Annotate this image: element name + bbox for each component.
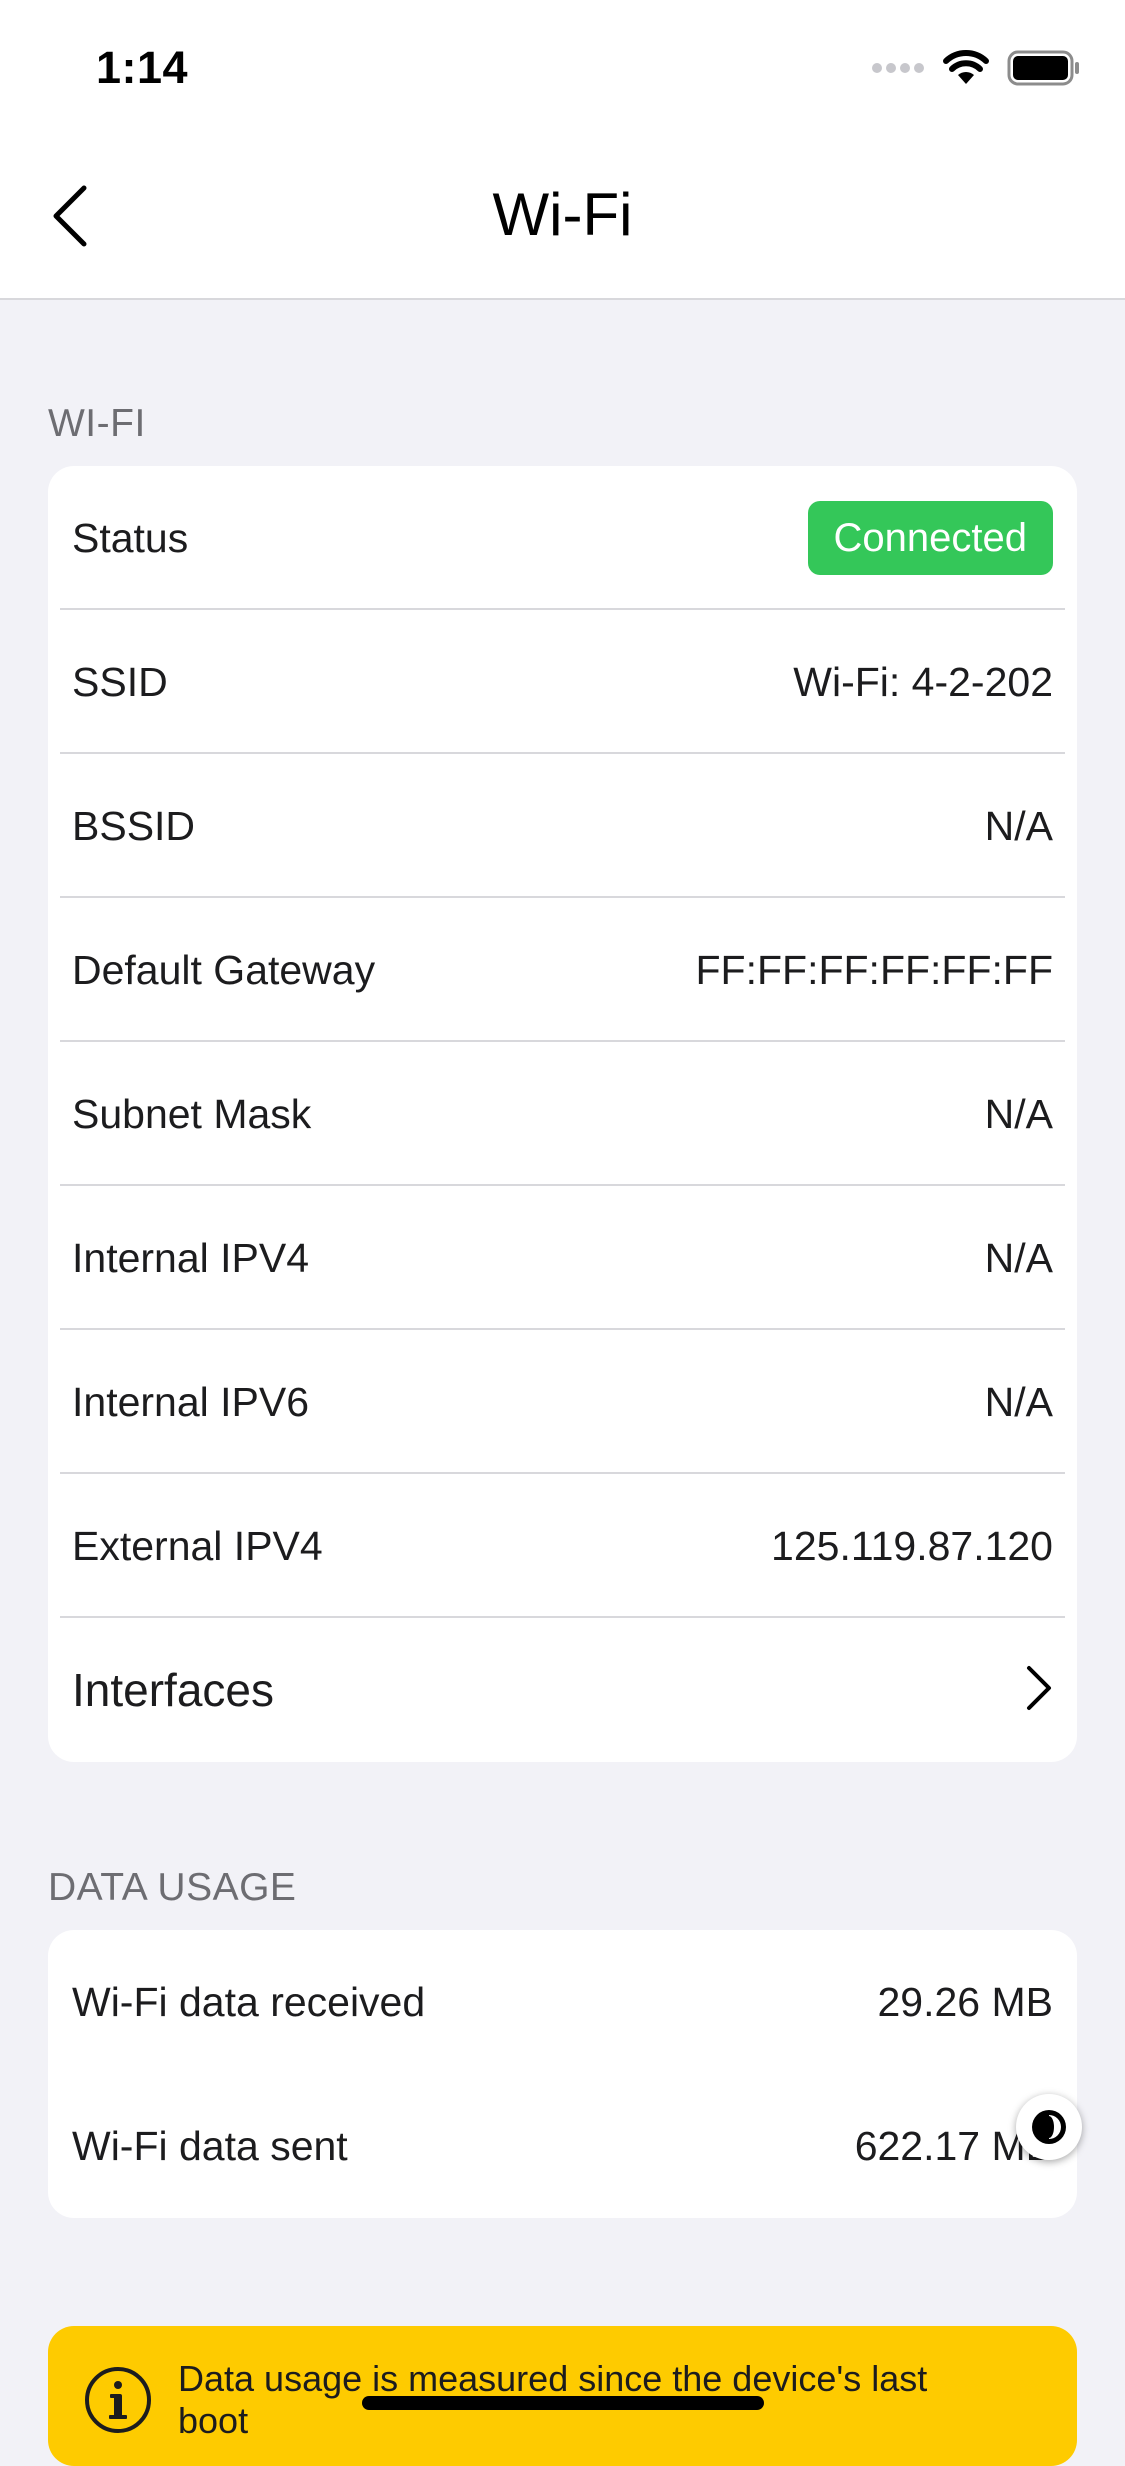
- external-ipv4-value: 125.119.87.120: [771, 1522, 1053, 1569]
- internal-ipv6-label: Internal IPV6: [72, 1378, 310, 1425]
- navigation-bar: Wi-Fi: [0, 132, 1125, 300]
- status-time: 1:14: [96, 42, 189, 93]
- data-sent-label: Wi-Fi data sent: [72, 2122, 348, 2169]
- wifi-info-card: Status Connected SSID Wi-Fi: 4-2-202 BSS…: [48, 466, 1077, 1762]
- cellular-signal-icon: [871, 61, 925, 80]
- status-row: Status Connected: [48, 466, 1077, 610]
- contrast-icon: [1032, 2110, 1066, 2144]
- status-icons: [871, 48, 1081, 92]
- bssid-label: BSSID: [72, 802, 196, 849]
- bssid-value: N/A: [984, 802, 1053, 849]
- data-received-label: Wi-Fi data received: [72, 1978, 426, 2025]
- default-gateway-row: Default Gateway FF:FF:FF:FF:FF:FF: [48, 898, 1077, 1042]
- internal-ipv4-label: Internal IPV4: [72, 1234, 310, 1281]
- external-ipv4-label: External IPV4: [72, 1522, 323, 1569]
- battery-icon: [1007, 50, 1081, 91]
- status-label: Status: [72, 514, 189, 561]
- data-sent-row: Wi-Fi data sent 622.17 MB: [48, 2074, 1077, 2218]
- external-ipv4-row: External IPV4 125.119.87.120: [48, 1474, 1077, 1618]
- status-badge: Connected: [807, 501, 1053, 575]
- ssid-row: SSID Wi-Fi: 4-2-202: [48, 610, 1077, 754]
- internal-ipv6-value: N/A: [984, 1378, 1053, 1425]
- internal-ipv4-row: Internal IPV4 N/A: [48, 1186, 1077, 1330]
- info-icon: [84, 2366, 152, 2434]
- data-usage-section-header: DATA USAGE: [48, 1866, 297, 1909]
- status-bar: 1:14: [0, 0, 1125, 132]
- default-gateway-label: Default Gateway: [72, 946, 376, 993]
- interfaces-row[interactable]: Interfaces: [48, 1618, 1077, 1762]
- data-usage-card: Wi-Fi data received 29.26 MB Wi-Fi data …: [48, 1930, 1077, 2218]
- chevron-right-icon: [1025, 1665, 1053, 1716]
- interfaces-label: Interfaces: [72, 1664, 274, 1716]
- internal-ipv6-row: Internal IPV6 N/A: [48, 1330, 1077, 1474]
- internal-ipv4-value: N/A: [984, 1234, 1053, 1281]
- subnet-mask-label: Subnet Mask: [72, 1090, 312, 1137]
- ssid-value: Wi-Fi: 4-2-202: [793, 658, 1053, 705]
- page-title: Wi-Fi: [492, 181, 633, 248]
- data-received-value: 29.26 MB: [877, 1978, 1054, 2025]
- data-received-row: Wi-Fi data received 29.26 MB: [48, 1930, 1077, 2074]
- default-gateway-value: FF:FF:FF:FF:FF:FF: [695, 946, 1054, 993]
- wifi-section-header: WI-FI: [48, 402, 146, 445]
- ssid-label: SSID: [72, 658, 168, 705]
- subnet-mask-row: Subnet Mask N/A: [48, 1042, 1077, 1186]
- subnet-mask-value: N/A: [984, 1090, 1053, 1137]
- wifi-signal-icon: [943, 49, 989, 91]
- bssid-row: BSSID N/A: [48, 754, 1077, 898]
- home-indicator: [362, 2396, 764, 2410]
- floating-assistive-button[interactable]: [1016, 2094, 1082, 2160]
